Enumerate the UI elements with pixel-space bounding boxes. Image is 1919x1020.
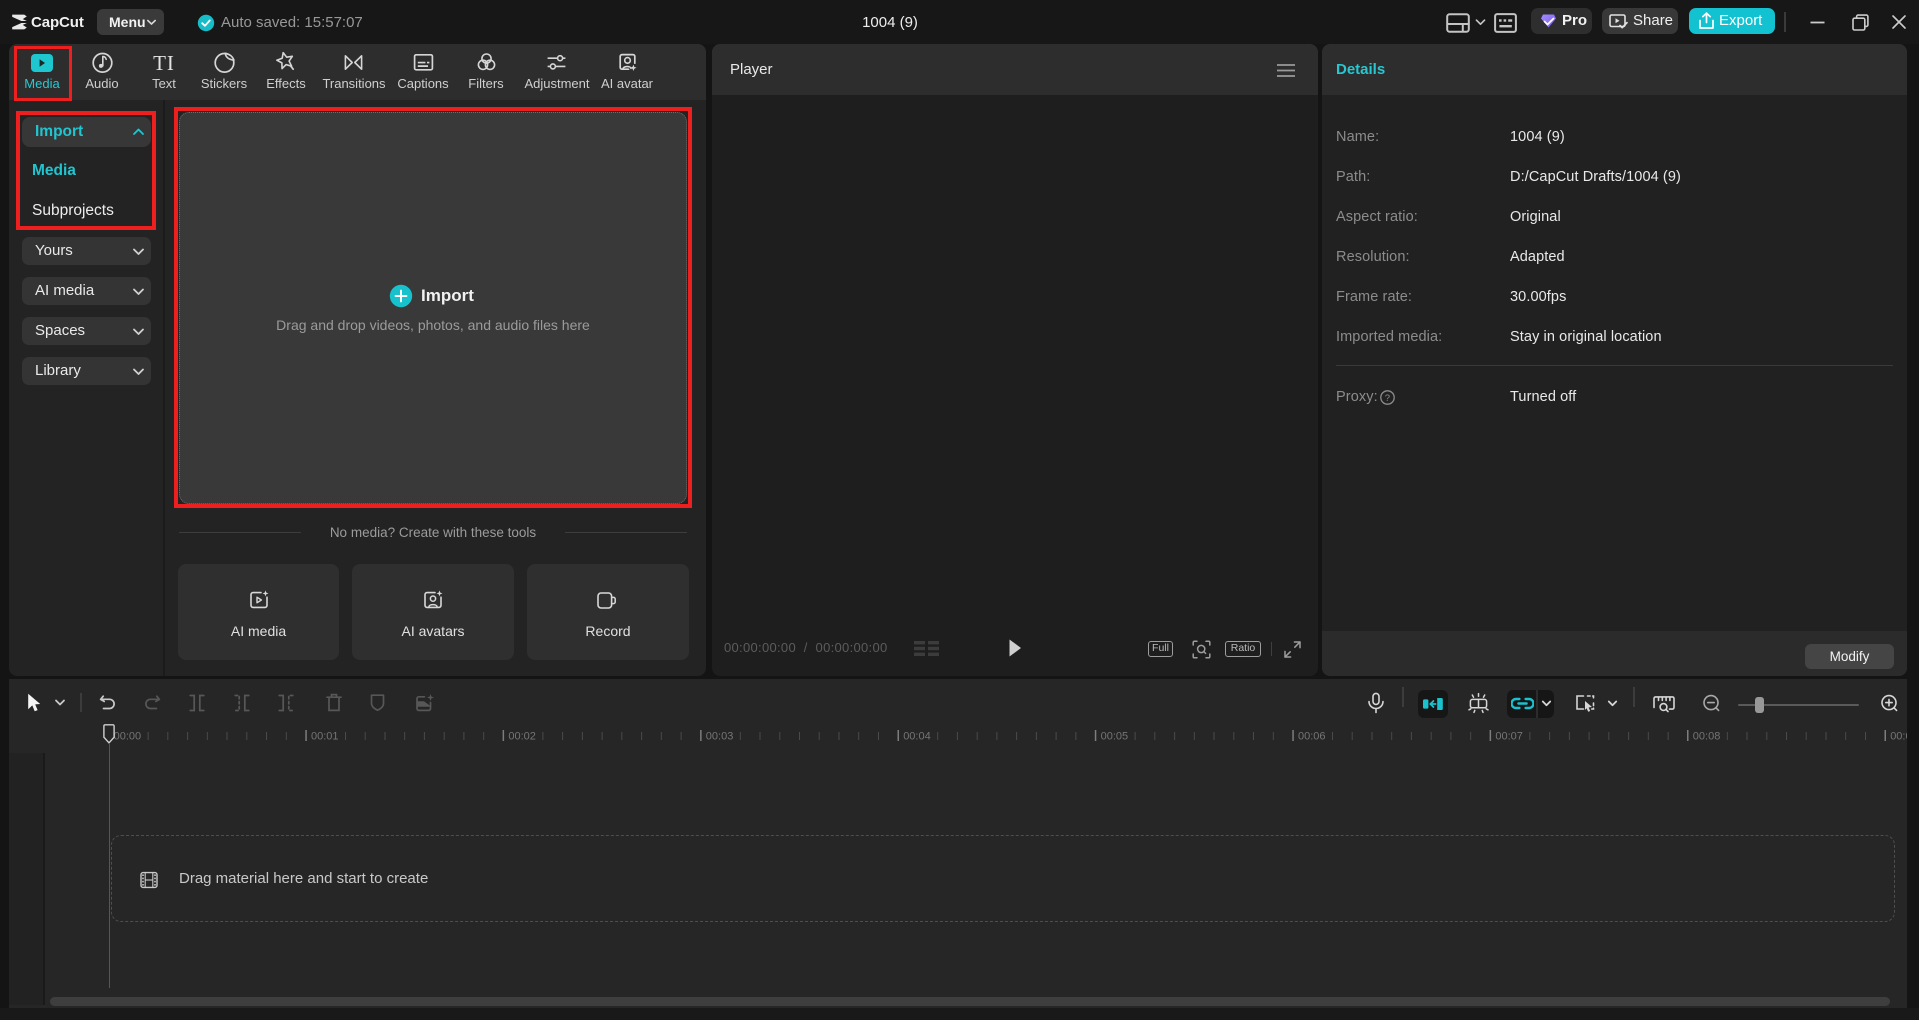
- svg-text:00:04: 00:04: [903, 731, 931, 743]
- svg-text:00:03: 00:03: [706, 731, 734, 743]
- svg-text:?: ?: [1385, 393, 1390, 404]
- svg-text:00:02: 00:02: [508, 731, 536, 743]
- svg-text:00:07: 00:07: [1495, 731, 1523, 743]
- svg-text:00:09: 00:09: [1890, 731, 1907, 743]
- svg-text:00:05: 00:05: [1101, 731, 1129, 743]
- svg-text:00:08: 00:08: [1693, 731, 1721, 743]
- svg-text:00:00: 00:00: [114, 731, 142, 743]
- svg-text:00:01: 00:01: [311, 731, 339, 743]
- svg-text:00:06: 00:06: [1298, 731, 1326, 743]
